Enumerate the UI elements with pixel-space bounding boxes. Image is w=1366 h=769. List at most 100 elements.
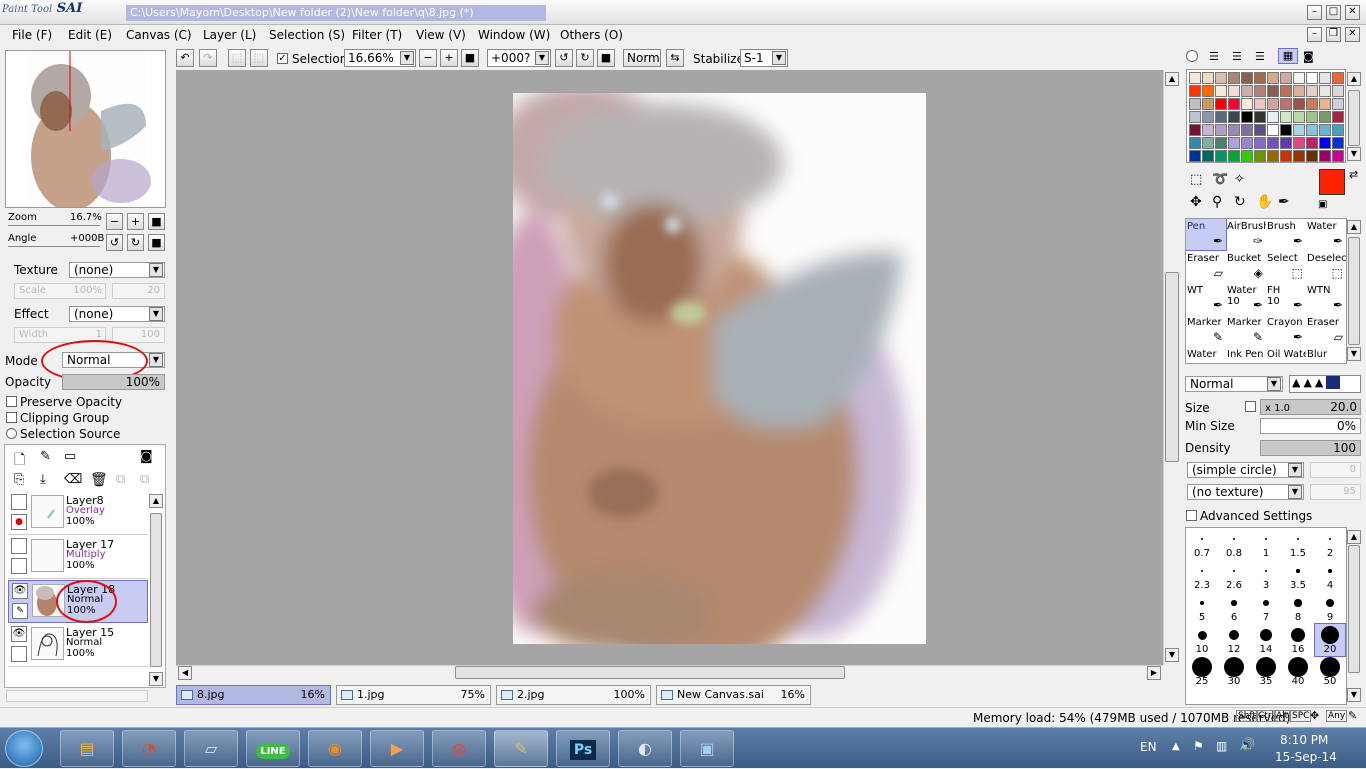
network-icon[interactable]: ▥ <box>1216 739 1227 753</box>
color-swatch[interactable] <box>1254 72 1266 84</box>
layer-row[interactable]: 👁 Layer 15 Normal 100% <box>8 624 148 667</box>
menu-selection[interactable]: Selection (S) <box>269 28 345 44</box>
color-swatch[interactable] <box>1202 150 1214 162</box>
primary-color[interactable] <box>1319 169 1345 195</box>
color-swatch[interactable] <box>1189 72 1201 84</box>
action-center-icon[interactable]: ⚑ <box>1193 739 1204 753</box>
color-swatch[interactable] <box>1293 98 1305 110</box>
chevron-down-icon[interactable]: ▼ <box>149 353 163 367</box>
color-swatch[interactable] <box>1202 85 1214 97</box>
color-swatch[interactable] <box>1280 150 1292 162</box>
tool-crayon[interactable]: Crayon ✒ <box>1266 315 1306 346</box>
canvas-hscroll-thumb[interactable] <box>455 666 845 679</box>
rotate-reset-icon[interactable]: ■ <box>597 49 615 67</box>
scroll-up-button[interactable]: ▲ <box>1165 72 1179 86</box>
doc-minimize-button[interactable]: – <box>1307 27 1322 42</box>
tool-eraser[interactable]: Eraser ▱ <box>1306 315 1346 346</box>
advanced-settings-checkbox[interactable] <box>1186 510 1197 521</box>
lasso-icon[interactable]: ➰ <box>1212 172 1228 187</box>
tool-bucket[interactable]: Bucket ◈ <box>1226 251 1266 282</box>
mixer-icon[interactable]: ☰ <box>1255 50 1265 63</box>
nav-rotate-reset-icon[interactable]: ■ <box>148 234 165 251</box>
transparent-color-icon[interactable]: ▣ <box>1318 199 1327 210</box>
invert-selection-icon[interactable]: ⬚ <box>250 49 268 67</box>
size-scroll-up[interactable]: ▲ <box>1347 530 1361 544</box>
tool-water-10[interactable]: Water 10 ✒ <box>1226 283 1266 314</box>
clock-date[interactable]: 15-Sep-14 <box>1275 750 1337 764</box>
color-swatch[interactable] <box>1215 85 1227 97</box>
color-swatch[interactable] <box>1306 85 1318 97</box>
chevron-down-icon[interactable]: ▼ <box>1288 463 1302 477</box>
color-swatch[interactable] <box>1241 137 1253 149</box>
photoshop-taskbar-icon[interactable]: Ps <box>556 730 610 767</box>
color-swatch[interactable] <box>1332 150 1344 162</box>
tool-water[interactable]: Water ✒ <box>1306 219 1346 250</box>
chevron-down-icon[interactable]: ▼ <box>772 51 786 65</box>
move-icon[interactable]: ✥ <box>1190 194 1202 210</box>
angle-slider[interactable] <box>8 246 100 247</box>
layer-scroll-down[interactable]: ▼ <box>149 672 163 686</box>
preserve-opacity-checkbox[interactable] <box>6 396 17 407</box>
tool-eraser[interactable]: Eraser ▱ <box>1186 251 1226 282</box>
layer-scrollbar-thumb[interactable] <box>150 513 162 667</box>
color-swatch[interactable] <box>1306 111 1318 123</box>
chevron-down-icon[interactable]: ▼ <box>535 51 549 65</box>
tool-scroll-up[interactable]: ▲ <box>1347 220 1361 234</box>
color-swatch[interactable] <box>1254 111 1266 123</box>
tool-blur[interactable]: Blur <box>1306 347 1346 363</box>
scroll-right-button[interactable]: ▶ <box>1147 666 1161 680</box>
color-swatch[interactable] <box>1202 137 1214 149</box>
photo-viewer-taskbar-icon[interactable]: ▣ <box>680 730 734 767</box>
color-swatch[interactable] <box>1332 85 1344 97</box>
color-swatch[interactable] <box>1202 98 1214 110</box>
menu-window[interactable]: Window (W) <box>478 28 550 44</box>
color-swatch[interactable] <box>1319 98 1331 110</box>
tool-scroll-down[interactable]: ▼ <box>1347 347 1361 361</box>
color-swatch[interactable] <box>1280 98 1292 110</box>
color-swatch[interactable] <box>1267 137 1279 149</box>
color-swatch[interactable] <box>1228 111 1240 123</box>
tool-scroll-thumb[interactable] <box>1348 237 1360 345</box>
doc-tab[interactable]: New Canvas.sai 16% <box>656 685 811 705</box>
zoom-reset-icon[interactable]: ■ <box>461 49 479 67</box>
tool-brush[interactable]: Brush ✒ <box>1266 219 1306 250</box>
paint-tool-sai-taskbar-icon[interactable]: ✎ <box>494 730 548 767</box>
view-blend-mode[interactable]: Normal <box>623 49 661 67</box>
new-layer-icon[interactable]: 🗋 <box>14 449 25 473</box>
visibility-toggle[interactable] <box>11 538 27 554</box>
menu-view[interactable]: View (V) <box>416 28 466 44</box>
color-swatch[interactable] <box>1332 72 1344 84</box>
color-swatch[interactable] <box>1306 98 1318 110</box>
layer-mask-icon[interactable]: ◙ <box>140 449 153 464</box>
flip-horizontal-icon[interactable]: ⇆ <box>666 49 684 67</box>
merge-down-icon[interactable]: ⤓ <box>40 472 46 487</box>
color-swatch[interactable] <box>1189 111 1201 123</box>
color-swatch[interactable] <box>1267 98 1279 110</box>
lock-icon[interactable] <box>11 558 27 574</box>
layer-hscroll[interactable] <box>6 690 148 702</box>
color-swatch[interactable] <box>1293 111 1305 123</box>
color-swatch[interactable] <box>1202 72 1214 84</box>
color-swatch[interactable] <box>1332 124 1344 136</box>
scroll-down-button[interactable]: ▼ <box>1165 648 1179 662</box>
language-indicator[interactable]: EN <box>1140 740 1157 754</box>
opacity-slider[interactable]: 100% <box>62 374 165 390</box>
tool-marker[interactable]: Marker ✎ <box>1226 315 1266 346</box>
color-swatch[interactable] <box>1267 150 1279 162</box>
tool-wtn[interactable]: WTN ✒ <box>1306 283 1346 314</box>
minimize-button[interactable]: – <box>1307 5 1322 20</box>
clipping-group-checkbox[interactable] <box>6 412 17 423</box>
color-swatch[interactable] <box>1319 150 1331 162</box>
color-swatch[interactable] <box>1254 150 1266 162</box>
clear-layer-icon[interactable]: ⌫ <box>64 472 82 487</box>
navigator-preview[interactable] <box>5 50 166 208</box>
magic-wand-icon[interactable]: ✧ <box>1234 172 1245 187</box>
color-swatch[interactable] <box>1215 137 1227 149</box>
chevron-down-icon[interactable]: ▼ <box>149 307 163 321</box>
color-swatch[interactable] <box>1215 111 1227 123</box>
color-swatch[interactable] <box>1189 85 1201 97</box>
color-swatch[interactable] <box>1241 85 1253 97</box>
zoom-out-icon[interactable]: − <box>419 49 437 67</box>
color-swatch[interactable] <box>1280 72 1292 84</box>
artwork-canvas[interactable] <box>513 93 926 644</box>
